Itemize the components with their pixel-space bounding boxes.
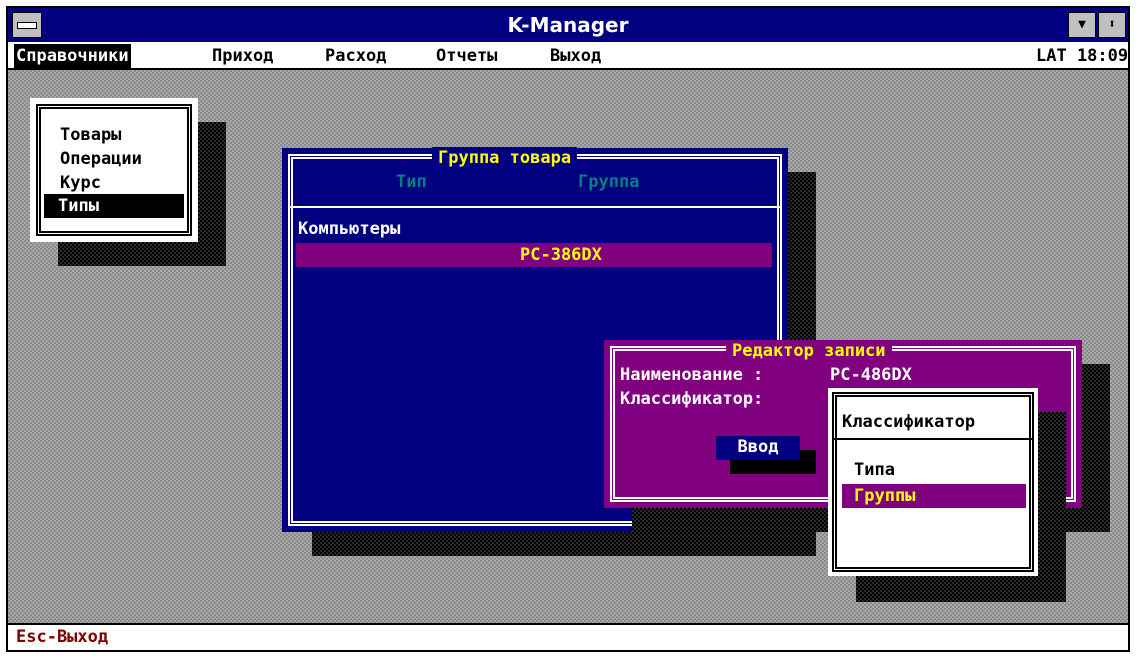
column-header-group: Группа [578, 172, 640, 192]
status-bar [8, 623, 1128, 650]
editor-title: Редактор записи [726, 340, 892, 362]
menu-item-operacii[interactable]: Операции [46, 147, 170, 171]
arrow-down-icon[interactable]: ▼ [1068, 12, 1096, 38]
menu-otchety[interactable]: Отчеты [436, 44, 497, 68]
menu-prihod[interactable]: Приход [212, 44, 273, 68]
clock-status: LAT 18:09 [1036, 46, 1129, 66]
classifier-label: Классификатор: [620, 389, 764, 409]
menu-rashod[interactable]: Расход [325, 44, 386, 68]
menu-item-kurs[interactable]: Курс [46, 171, 170, 195]
row-type-computers[interactable]: Компьютеры [298, 218, 400, 240]
window-title: K-Manager [507, 13, 629, 37]
column-header-type: Тип [396, 172, 427, 192]
enter-button[interactable]: Ввод [716, 436, 800, 460]
classifier-title: Классификатор [842, 412, 976, 432]
name-label: Наименование : [620, 365, 764, 385]
menu-item-tovary[interactable]: Товары [46, 123, 170, 147]
menu-item-tipy[interactable]: Типы [44, 194, 184, 218]
name-field[interactable]: PC-486DX [830, 364, 912, 386]
status-esc-exit: Esc-Выход [16, 627, 109, 647]
row-group-pc386[interactable]: PC-386DX [520, 244, 602, 266]
arrow-updown-icon[interactable]: ⬍ [1098, 12, 1126, 38]
option-gruppy[interactable]: Группы [854, 485, 915, 507]
menu-vyhod[interactable]: Выход [550, 44, 601, 68]
group-window-title: Группа товара [432, 147, 578, 169]
option-tipa[interactable]: Типа [854, 459, 895, 481]
system-menu-icon[interactable] [12, 12, 42, 38]
menu-spravochniki[interactable]: Справочники [14, 44, 131, 68]
